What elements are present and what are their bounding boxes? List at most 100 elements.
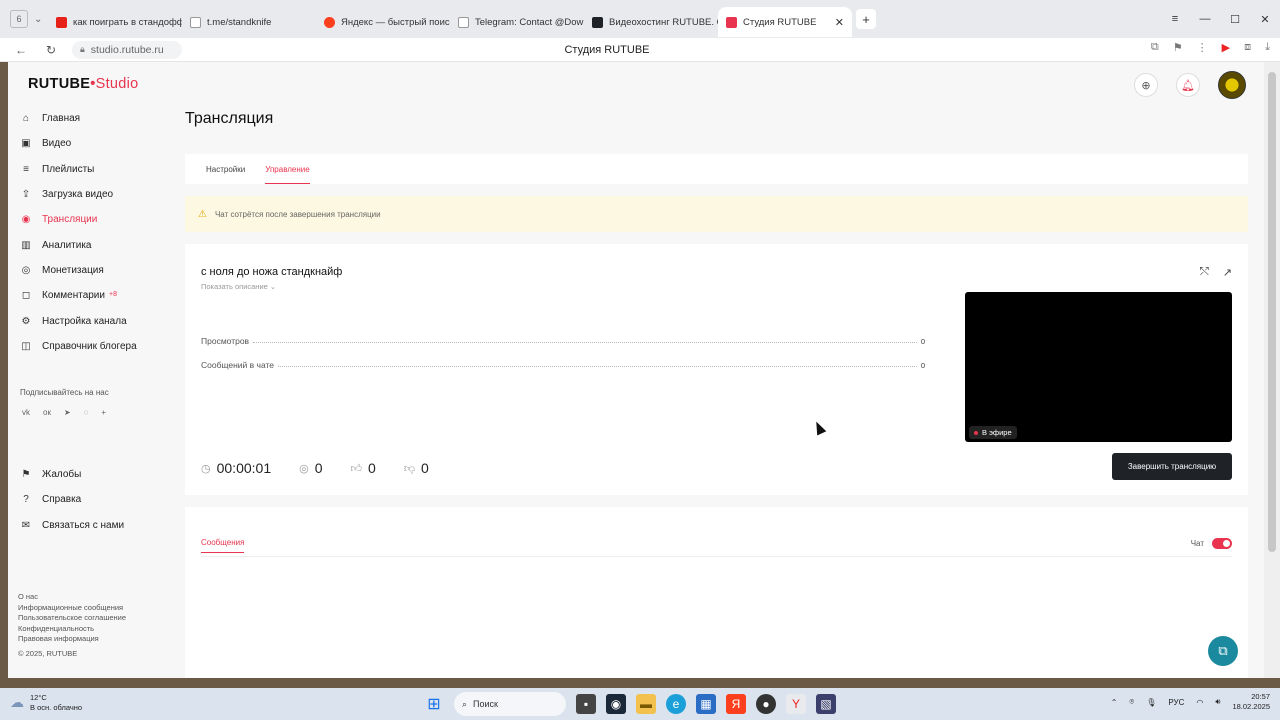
sidebar-item-label: Плейлисты <box>42 163 95 175</box>
collections-icon[interactable]: ⧈ <box>1244 41 1251 54</box>
chevron-down-icon[interactable]: ⌄ <box>34 14 48 25</box>
file-explorer-icon[interactable]: ▪ <box>576 694 596 714</box>
sidebar-item-comments[interactable]: ◻ Комментарии +8 <box>20 283 180 308</box>
sidebar-item-broadcasts[interactable]: ◉ Трансляции <box>20 207 180 232</box>
bookmark-icon[interactable]: ⚑ <box>1173 41 1183 54</box>
ok-icon[interactable]: ок <box>43 408 51 417</box>
sidebar-item-playlists[interactable]: ≡ Плейлисты <box>20 157 180 182</box>
sidebar-item-video[interactable]: ▣ Видео <box>20 131 180 156</box>
telegram-icon[interactable]: ➤ <box>64 408 71 417</box>
new-tab-button[interactable]: + <box>856 9 876 29</box>
footer-link[interactable]: Пользовательское соглашение <box>18 613 126 624</box>
browser-tab[interactable]: Яндекс — быстрый поиск <box>316 7 450 37</box>
menu-icon[interactable]: ≡ <box>1160 13 1190 25</box>
avatar[interactable] <box>1218 71 1246 99</box>
logo-brand: RUTUBE <box>28 76 91 92</box>
money-icon: ◎ <box>21 264 31 276</box>
copyright: © 2025, RUTUBE <box>18 648 78 658</box>
clock[interactable]: 20:57 18.02.2025 <box>1232 692 1270 712</box>
sidebar-item-blogger-guide[interactable]: ◫ Справочник блогера <box>20 334 180 359</box>
footer-link[interactable]: Информационные сообщения <box>18 603 126 614</box>
steam-icon[interactable]: ◉ <box>606 694 626 714</box>
tab-messages[interactable]: Сообщения <box>201 538 245 553</box>
sidebar-item-label: Жалобы <box>42 469 82 481</box>
footer-link[interactable]: Правовая информация <box>18 634 126 645</box>
browser-tab[interactable]: Видеохостинг RUTUBE. С <box>584 7 718 37</box>
thumbs-down-icon: 👎︎ <box>403 462 415 475</box>
mic-icon[interactable]: 🎙︎ <box>1146 698 1156 707</box>
chat-card: Сообщения Чат <box>185 507 1248 678</box>
sidebar-item-analytics[interactable]: ▥ Аналитика <box>20 232 180 257</box>
close-tab-icon[interactable]: ✕ <box>835 16 844 29</box>
tray-chevron-icon[interactable]: ⌃ <box>1111 698 1118 707</box>
tab-settings[interactable]: Настройки <box>206 165 245 174</box>
sidebar-item-complaints[interactable]: ⚑ Жалобы <box>20 462 180 487</box>
app-icon[interactable]: ▧ <box>816 694 836 714</box>
youtube-extension-icon[interactable]: ▶ <box>1222 41 1230 54</box>
reload-icon[interactable]: ↻ <box>42 43 60 57</box>
sidebar-item-monetization[interactable]: ◎ Монетизация <box>20 258 180 283</box>
sidebar-item-contact[interactable]: ✉ Связаться с нами <box>20 513 180 538</box>
video-preview[interactable]: В эфире <box>965 292 1232 442</box>
likes-metric: 👍︎ 0 <box>351 460 376 476</box>
plus-icon[interactable]: + <box>101 408 106 417</box>
yandex-browser-icon[interactable]: Y <box>786 694 806 714</box>
sidebar-item-help[interactable]: ? Справка <box>20 487 180 512</box>
back-icon[interactable]: ← <box>12 43 30 57</box>
page-title: Трансляция <box>185 110 274 127</box>
sidebar-item-upload[interactable]: ⇪ Загрузка видео <box>20 182 180 207</box>
scrollbar-thumb[interactable] <box>1268 72 1276 552</box>
taskbar-search[interactable]: ⌕ Поиск <box>454 692 566 716</box>
tab-count[interactable]: 6 <box>10 10 28 28</box>
browser-tab[interactable]: Telegram: Contact @Dow <box>450 7 584 37</box>
warning-icon: ⚠ <box>198 208 207 220</box>
weather-widget[interactable]: ☁ 12°C В осн. облачно <box>10 693 82 712</box>
viber-icon[interactable]: ◌ <box>84 408 89 417</box>
yandex-icon[interactable]: Я <box>726 694 746 714</box>
show-description-link[interactable]: Показать описание ⌄ <box>201 282 276 291</box>
vk-icon[interactable]: vk <box>22 408 30 417</box>
end-stream-button[interactable]: Завершить трансляцию <box>1112 453 1232 480</box>
store-icon[interactable]: ▦ <box>696 694 716 714</box>
chat-toggle[interactable] <box>1212 538 1232 549</box>
support-chat-icon[interactable]: ⧉ <box>1208 636 1238 666</box>
lock-icon: 🔒︎ <box>80 44 85 54</box>
footer-link[interactable]: О нас <box>18 592 126 603</box>
sidebar: ⌂ Главная ▣ Видео ≡ Плейлисты ⇪ Загрузка вид… <box>18 106 180 657</box>
download-icon[interactable]: ⤓ <box>1265 41 1270 54</box>
bell-icon[interactable]: 🔔︎ <box>1176 73 1200 97</box>
create-icon[interactable]: ⊕ <box>1134 73 1158 97</box>
folder-icon[interactable]: ▬ <box>636 694 656 714</box>
external-link-icon[interactable]: ↗ <box>1223 266 1232 279</box>
edge-icon[interactable]: e <box>666 694 686 714</box>
translate-icon[interactable]: ⧉ <box>1151 41 1159 54</box>
game-icon[interactable]: ● <box>756 694 776 714</box>
warning-text: Чат сотрётся после завершения трансляции <box>214 209 381 219</box>
browser-tab[interactable]: t.me/standknife <box>182 7 316 37</box>
sidebar-item-channel-settings[interactable]: ⚙ Настройка канала <box>20 308 180 333</box>
maximize-icon[interactable]: ☐ <box>1220 13 1250 26</box>
share-icon[interactable]: ⤲ <box>1200 266 1209 279</box>
wifi-icon[interactable]: ◠ <box>1196 698 1203 707</box>
page-favicon-icon <box>458 16 469 28</box>
sidebar-item-home[interactable]: ⌂ Главная <box>20 106 180 131</box>
volume-icon[interactable]: 🔊︎ <box>1215 697 1220 707</box>
dislikes-metric: 👎︎ 0 <box>404 460 429 476</box>
browser-tab[interactable]: как поиграть в стандофф <box>48 7 182 37</box>
browser-tab-active[interactable]: Студия RUTUBE ✕ <box>718 7 852 37</box>
language-indicator[interactable]: РУС <box>1168 698 1184 707</box>
stat-value: 0 <box>920 361 925 370</box>
sidebar-item-label: Монетизация <box>42 264 104 276</box>
more-icon[interactable]: ⋮ <box>1197 41 1208 54</box>
minimize-icon[interactable]: — <box>1190 13 1220 25</box>
close-window-icon[interactable]: ✕ <box>1250 13 1280 26</box>
comments-badge: +8 <box>108 291 117 299</box>
url-field[interactable]: 🔒︎ studio.rutube.ru <box>72 40 182 59</box>
page-scrollbar[interactable] <box>1264 62 1280 678</box>
network-icon[interactable]: ⌾ <box>1129 697 1134 707</box>
flag-icon: ⚑ <box>21 469 31 481</box>
tab-management[interactable]: Управление <box>265 165 311 184</box>
footer-link[interactable]: Конфиденциальность <box>18 624 126 635</box>
windows-start-icon[interactable]: ⊞ <box>424 694 444 714</box>
rutube-studio-logo[interactable]: RUTUBE•Studio <box>28 76 139 92</box>
